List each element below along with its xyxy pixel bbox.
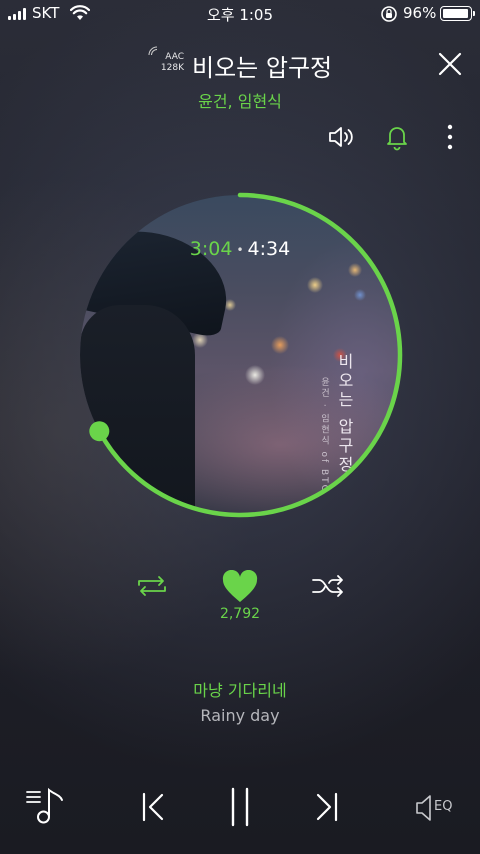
close-button[interactable] [436, 50, 464, 78]
album-disc[interactable]: 비오는 압구정 윤건 · 임현식 of BTOB [70, 185, 410, 525]
time-separator: • [236, 242, 244, 257]
lyric-current-line[interactable]: 마냥 기다리네 [0, 677, 480, 701]
next-track-button[interactable] [312, 790, 342, 824]
playlist-music-icon[interactable] [24, 786, 66, 826]
like-count: 2,792 [219, 606, 261, 622]
status-bar: SKT 오후 1:05 96% [0, 0, 480, 28]
song-title: 비오는 압구정 [192, 54, 333, 82]
total-time: 4:34 [247, 238, 291, 260]
cast-speaker-button[interactable] [326, 122, 356, 152]
previous-track-button[interactable] [138, 790, 168, 824]
progress-handle [89, 421, 110, 442]
quality-bitrate: 128K [160, 63, 184, 73]
lyric-next-line[interactable]: Rainy day [0, 706, 480, 725]
battery-percentage: 96% [403, 4, 437, 22]
pause-button[interactable] [226, 786, 254, 828]
artist-name[interactable]: 윤건, 임현식 [0, 88, 480, 112]
audio-quality-badge: AAC 128K [148, 46, 184, 74]
battery-icon [440, 6, 475, 21]
time-display: 3:04 • 4:34 [0, 238, 480, 260]
repeat-button[interactable] [134, 572, 170, 600]
equalizer-button[interactable]: EQ [414, 792, 464, 824]
more-options-icon[interactable] [436, 122, 464, 152]
progress-ring[interactable] [70, 185, 410, 525]
current-time: 3:04 [189, 238, 233, 260]
eq-label: EQ [434, 799, 453, 814]
bell-icon[interactable] [382, 122, 412, 152]
rotation-lock-icon [381, 6, 397, 22]
quality-arc-icon [148, 46, 158, 56]
heart-icon[interactable] [222, 570, 258, 604]
shuffle-button[interactable] [310, 572, 346, 600]
